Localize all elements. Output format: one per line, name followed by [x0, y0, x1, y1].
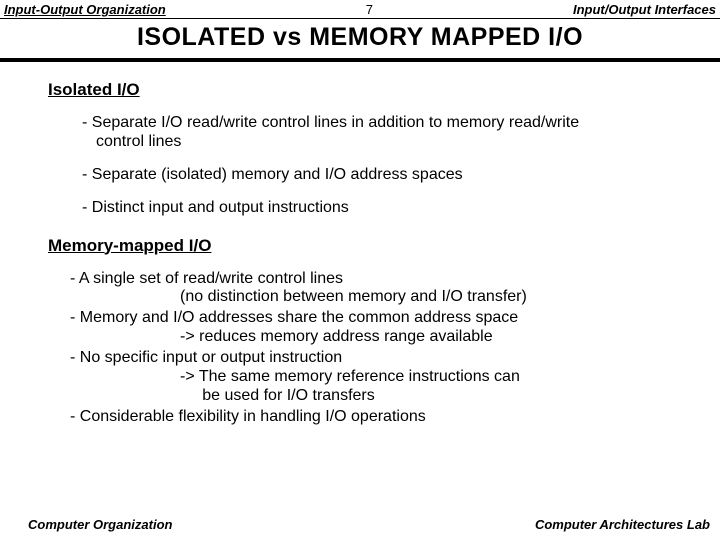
- slide-footer: Computer Organization Computer Architect…: [0, 517, 720, 532]
- list-item: - Memory and I/O addresses share the com…: [70, 309, 684, 347]
- slide-content: Isolated I/O - Separate I/O read/write c…: [0, 62, 720, 427]
- list-item: - Distinct input and output instructions: [82, 199, 684, 218]
- slide-title: ISOLATED vs MEMORY MAPPED I/O: [0, 19, 720, 58]
- section-heading-isolated: Isolated I/O: [48, 80, 684, 100]
- mapped-list: - A single set of read/write control lin…: [70, 270, 684, 427]
- footer-left: Computer Organization: [28, 517, 172, 532]
- header-left: Input-Output Organization: [4, 2, 166, 17]
- bullet-continuation: control lines: [96, 133, 684, 152]
- bullet-text: - Separate I/O read/write control lines …: [82, 114, 579, 131]
- list-item: - Considerable flexibility in handling I…: [70, 408, 684, 427]
- list-item: - A single set of read/write control lin…: [70, 270, 684, 308]
- slide-header: Input-Output Organization 7 Input/Output…: [0, 0, 720, 17]
- list-item: - No specific input or output instructio…: [70, 349, 684, 406]
- bullet-sub: -> reduces memory address range availabl…: [180, 328, 684, 347]
- list-item: - Separate (isolated) memory and I/O add…: [82, 166, 684, 185]
- section-heading-mapped: Memory-mapped I/O: [48, 236, 684, 256]
- bullet-sub: (no distinction between memory and I/O t…: [180, 288, 684, 307]
- bullet-sub: -> The same memory reference instruction…: [180, 368, 684, 387]
- list-item: - Separate I/O read/write control lines …: [82, 114, 684, 152]
- footer-right: Computer Architectures Lab: [535, 517, 710, 532]
- bullet-sub-cont: be used for I/O transfers: [180, 387, 684, 406]
- bullet-text: - Considerable flexibility in handling I…: [70, 408, 426, 425]
- bullet-text: - A single set of read/write control lin…: [70, 270, 343, 287]
- bullet-text: - Separate (isolated) memory and I/O add…: [82, 166, 463, 183]
- bullet-text: - No specific input or output instructio…: [70, 349, 342, 366]
- page-number: 7: [366, 2, 373, 17]
- bullet-text: - Memory and I/O addresses share the com…: [70, 309, 518, 326]
- bullet-text: - Distinct input and output instructions: [82, 199, 349, 216]
- isolated-list: - Separate I/O read/write control lines …: [82, 114, 684, 218]
- header-right: Input/Output Interfaces: [573, 2, 716, 17]
